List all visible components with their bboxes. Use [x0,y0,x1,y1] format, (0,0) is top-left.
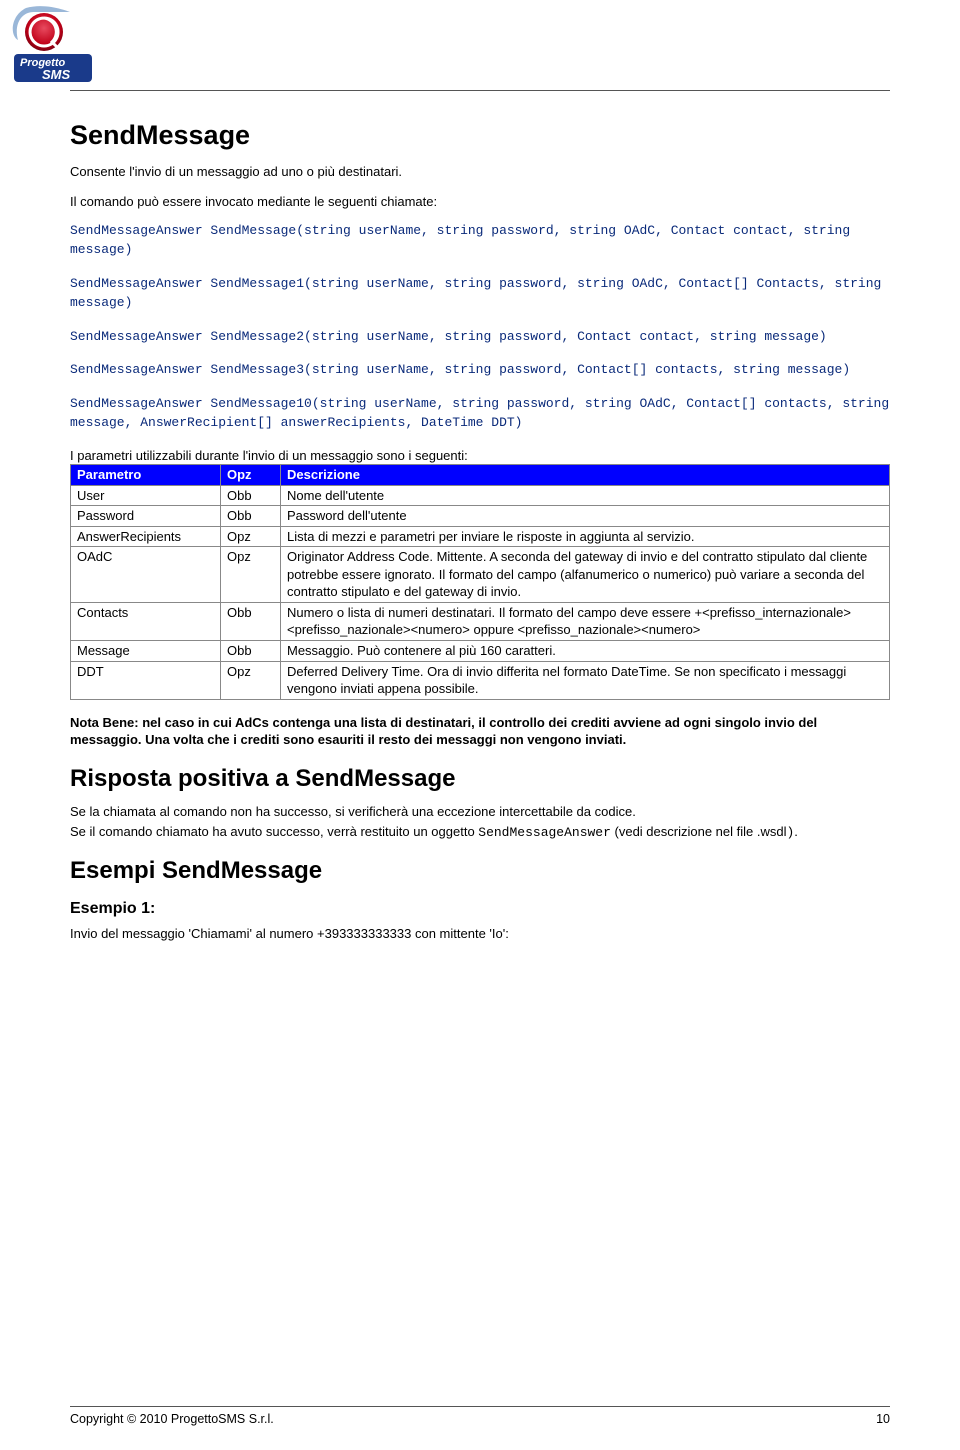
params-intro: I parametri utilizzabili durante l'invio… [70,447,890,465]
param-desc: Nome dell'utente [281,485,890,506]
param-desc: Messaggio. Può contenere al più 160 cara… [281,641,890,662]
header-divider [70,90,890,91]
table-row: Password Obb Password dell'utente [71,506,890,527]
nota-bene: Nota Bene: nel caso in cui AdCs contenga… [70,714,890,749]
logo-text-bottom: SMS [42,67,71,82]
table-row: Contacts Obb Numero o lista di numeri de… [71,602,890,640]
th-opz: Opz [221,465,281,486]
pos-line1: Se la chiamata al comando non ha success… [70,803,890,821]
param-opz: Obb [221,506,281,527]
pos-line2: Se il comando chiamato ha avuto successo… [70,823,890,842]
table-row: User Obb Nome dell'utente [71,485,890,506]
table-row: DDT Opz Deferred Delivery Time. Ora di i… [71,661,890,699]
table-header-row: Parametro Opz Descrizione [71,465,890,486]
footer-copyright: Copyright © 2010 ProgettoSMS S.r.l. [70,1411,274,1428]
param-desc: Password dell'utente [281,506,890,527]
param-opz: Obb [221,641,281,662]
param-opz: Obb [221,602,281,640]
table-row: AnswerRecipients Opz Lista di mezzi e pa… [71,526,890,547]
document-page: Progetto SMS SendMessage Consente l'invi… [0,0,960,1450]
cmd-intro: Il comando può essere invocato mediante … [70,193,890,211]
param-opz: Opz [221,661,281,699]
footer-page-number: 10 [876,1411,890,1428]
th-descrizione: Descrizione [281,465,890,486]
heading-esempio-1: Esempio 1: [70,898,890,920]
nb-label: Nota Bene: [70,715,142,730]
heading-sendmessage: SendMessage [70,117,890,153]
heading-risposta-positiva: Risposta positiva a SendMessage [70,763,890,795]
progetto-sms-logo: Progetto SMS [12,6,94,84]
param-desc: Deferred Delivery Time. Ora di invio dif… [281,661,890,699]
signature-4: SendMessageAnswer SendMessage3(string us… [70,360,890,380]
code-inline: SendMessageAnswer [478,825,611,840]
param-name: Message [71,641,221,662]
param-desc: Numero o lista di numeri destinatari. Il… [281,602,890,640]
param-desc: Originator Address Code. Mittente. A sec… [281,547,890,603]
page-footer: Copyright © 2010 ProgettoSMS S.r.l. 10 [70,1406,890,1428]
intro-text: Consente l'invio di un messaggio ad uno … [70,163,890,181]
param-opz: Opz [221,526,281,547]
param-opz: Obb [221,485,281,506]
param-name: Contacts [71,602,221,640]
table-row: OAdC Opz Originator Address Code. Mitten… [71,547,890,603]
param-name: Password [71,506,221,527]
param-name: OAdC [71,547,221,603]
nb-text: nel caso in cui AdCs contenga una lista … [70,715,817,748]
param-opz: Opz [221,547,281,603]
param-name: AnswerRecipients [71,526,221,547]
signature-3: SendMessageAnswer SendMessage2(string us… [70,327,890,347]
signature-5: SendMessageAnswer SendMessage10(string u… [70,394,890,433]
param-desc: Lista di mezzi e parametri per inviare l… [281,526,890,547]
signature-2: SendMessageAnswer SendMessage1(string us… [70,274,890,313]
signature-1: SendMessageAnswer SendMessage(string use… [70,221,890,260]
th-parametro: Parametro [71,465,221,486]
table-row: Message Obb Messaggio. Può contenere al … [71,641,890,662]
heading-esempi: Esempi SendMessage [70,855,890,887]
esempio-1-text: Invio del messaggio 'Chiamami' al numero… [70,925,890,943]
params-table: Parametro Opz Descrizione User Obb Nome … [70,464,890,700]
param-name: User [71,485,221,506]
param-name: DDT [71,661,221,699]
